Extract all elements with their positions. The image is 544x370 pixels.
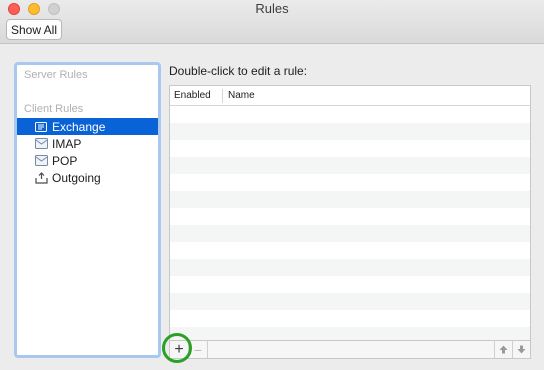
column-divider[interactable] xyxy=(222,89,223,103)
move-up-button[interactable] xyxy=(494,341,512,358)
sidebar-item-label: Outgoing xyxy=(52,170,101,185)
show-all-button[interactable]: Show All xyxy=(6,19,62,40)
title-bar: Rules Show All xyxy=(0,0,544,44)
table-row[interactable] xyxy=(170,259,530,276)
remove-rule-button[interactable]: − xyxy=(189,341,208,358)
instruction-text: Double-click to edit a rule: xyxy=(169,64,308,78)
window-title: Rules xyxy=(255,1,289,16)
table-row[interactable] xyxy=(170,310,530,327)
table-row[interactable] xyxy=(170,276,530,293)
outgoing-icon xyxy=(34,171,48,184)
exchange-icon xyxy=(34,121,48,133)
pop-account-icon xyxy=(34,155,48,167)
sidebar-item-outgoing[interactable]: Outgoing xyxy=(17,169,158,186)
sidebar-item-label: Exchange xyxy=(52,119,106,134)
move-down-button[interactable] xyxy=(512,341,530,358)
arrow-down-icon xyxy=(517,345,526,354)
client-rules-header: Client Rules xyxy=(24,103,84,115)
add-rule-button[interactable]: + xyxy=(170,341,189,358)
table-row[interactable] xyxy=(170,293,530,310)
table-row[interactable] xyxy=(170,242,530,259)
table-row[interactable] xyxy=(170,174,530,191)
server-rules-header: Server Rules xyxy=(24,69,88,81)
sidebar-item-label: POP xyxy=(52,153,78,168)
table-row[interactable] xyxy=(170,106,530,123)
table-header: Enabled Name xyxy=(170,86,530,106)
sidebar-item-label: IMAP xyxy=(52,136,82,151)
sidebar-item-pop[interactable]: POP xyxy=(17,152,158,169)
column-header-enabled[interactable]: Enabled xyxy=(174,90,211,101)
table-row[interactable] xyxy=(170,191,530,208)
arrow-up-icon xyxy=(499,345,508,354)
table-row[interactable] xyxy=(170,140,530,157)
sidebar-item-exchange[interactable]: Exchange xyxy=(17,118,158,135)
column-header-name[interactable]: Name xyxy=(228,90,255,101)
table-row[interactable] xyxy=(170,157,530,174)
sidebar-item-imap[interactable]: IMAP xyxy=(17,135,158,152)
table-row[interactable] xyxy=(170,123,530,140)
rules-table[interactable]: Enabled Name xyxy=(169,85,531,341)
table-row[interactable] xyxy=(170,208,530,225)
table-row[interactable] xyxy=(170,225,530,242)
table-row[interactable] xyxy=(170,327,530,340)
imap-account-icon xyxy=(34,138,48,150)
account-source-list[interactable]: Server Rules Client Rules Exchange IMAP xyxy=(14,62,161,358)
table-bottom-bar: + − xyxy=(169,341,531,359)
